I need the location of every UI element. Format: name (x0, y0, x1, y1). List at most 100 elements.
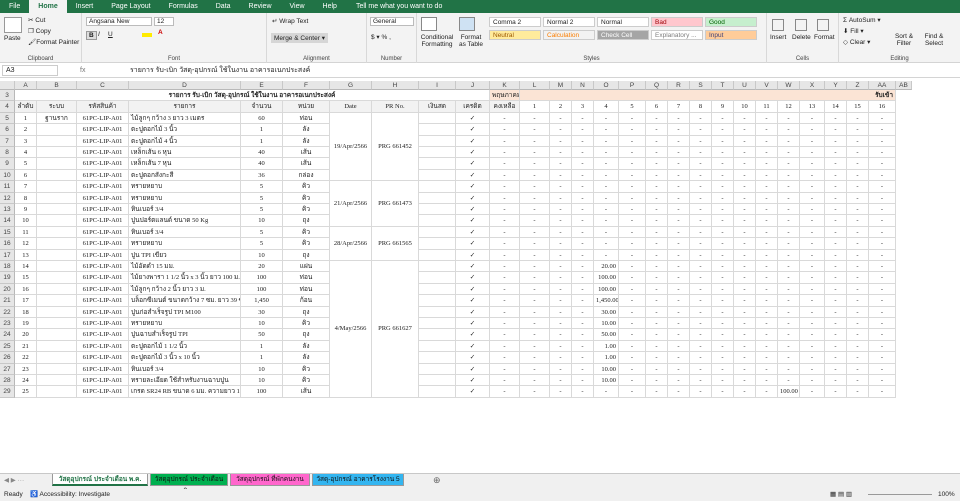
merge-center-button[interactable]: Merge & Center ▾ (271, 33, 328, 43)
row-header[interactable]: 16 (0, 238, 15, 250)
format-button[interactable]: Format (814, 34, 835, 41)
balance-cell[interactable]: - (490, 192, 520, 204)
unit[interactable]: ถุง (283, 306, 330, 318)
column-title[interactable]: รายการ (129, 101, 241, 113)
day-value[interactable]: - (572, 375, 594, 387)
day-value[interactable]: - (690, 352, 712, 364)
quantity[interactable]: 10 (241, 249, 283, 261)
day-value[interactable]: - (825, 283, 847, 296)
cash-cell[interactable] (419, 352, 456, 364)
quantity[interactable]: 60 (241, 112, 283, 125)
row-number[interactable]: 19 (15, 318, 37, 330)
day-value[interactable]: - (550, 181, 572, 193)
day-value[interactable]: - (869, 352, 896, 364)
day-value[interactable]: - (550, 147, 572, 159)
day-value[interactable]: - (778, 124, 800, 136)
item-name[interactable]: เกรด SR24 RB ขนาด 6 มม. ความยาว 10 เมตร … (129, 386, 241, 398)
day-value[interactable]: - (690, 272, 712, 284)
system-cell[interactable] (37, 204, 77, 216)
day-value[interactable]: - (619, 181, 646, 193)
credit-check[interactable]: ✓ (456, 352, 490, 364)
day-value[interactable]: - (550, 226, 572, 239)
day-value[interactable]: - (734, 386, 756, 398)
day-value[interactable]: - (756, 226, 778, 239)
day-value[interactable]: - (550, 124, 572, 136)
cash-cell[interactable] (419, 147, 456, 159)
day-value[interactable]: - (520, 204, 550, 216)
day-header[interactable]: 15 (847, 101, 869, 113)
row-header[interactable]: 9 (0, 158, 15, 170)
day-value[interactable]: - (550, 283, 572, 296)
product-code[interactable]: 61PC-LIP-A01 (77, 295, 129, 307)
column-header-ab[interactable]: AB (896, 81, 912, 90)
cash-cell[interactable] (419, 283, 456, 296)
day-value[interactable]: - (712, 375, 734, 387)
day-value[interactable]: - (572, 306, 594, 318)
product-code[interactable]: 61PC-LIP-A01 (77, 112, 129, 125)
row-header[interactable]: 17 (0, 249, 15, 261)
sheet-tab[interactable]: วัสดุอุปกรณ์ ประจำเดือน มิ.ย. (150, 474, 228, 495)
day-value[interactable]: - (778, 295, 800, 307)
menu-tab-data[interactable]: Data (207, 0, 240, 13)
item-name[interactable]: ตะปูตอกไม้ 1 1/2 นิ้ว (129, 340, 241, 353)
number-format-select[interactable]: General (370, 17, 414, 26)
column-header-p[interactable]: P (619, 81, 646, 90)
day-value[interactable]: - (690, 124, 712, 136)
clear-button[interactable]: ◇ Clear ▾ (843, 38, 870, 46)
format-painter-button[interactable]: 🖌Format Painter (28, 38, 79, 46)
day-value[interactable]: - (550, 352, 572, 364)
quantity[interactable]: 30 (241, 306, 283, 318)
day-value[interactable]: - (572, 352, 594, 364)
day-value[interactable]: - (869, 261, 896, 273)
day-value[interactable]: - (734, 135, 756, 147)
column-title[interactable]: จำนวน (241, 101, 283, 113)
day-header[interactable]: 5 (619, 101, 646, 113)
product-code[interactable]: 61PC-LIP-A01 (77, 283, 129, 296)
day-value[interactable]: - (734, 363, 756, 375)
day-value[interactable]: - (825, 249, 847, 261)
day-value[interactable]: - (594, 181, 619, 193)
day-value[interactable]: - (756, 147, 778, 159)
item-name[interactable]: ทรายหยาบ (129, 238, 241, 250)
row-header[interactable]: 22 (0, 306, 15, 318)
balance-cell[interactable]: - (490, 135, 520, 147)
day-value[interactable]: - (619, 158, 646, 170)
column-title[interactable]: ลำดับ (15, 101, 37, 113)
day-header[interactable]: 7 (668, 101, 690, 113)
credit-check[interactable]: ✓ (456, 181, 490, 193)
product-code[interactable]: 61PC-LIP-A01 (77, 272, 129, 284)
day-value[interactable]: - (668, 158, 690, 170)
day-value[interactable]: - (594, 112, 619, 125)
day-value[interactable]: - (520, 169, 550, 182)
day-value[interactable]: - (520, 249, 550, 261)
row-header[interactable]: 18 (0, 261, 15, 273)
system-cell[interactable] (37, 261, 77, 273)
day-value[interactable]: - (734, 352, 756, 364)
day-value[interactable]: - (712, 215, 734, 227)
format-as-table-button[interactable]: Format as Table (457, 34, 485, 48)
day-value[interactable]: - (778, 261, 800, 273)
day-value[interactable]: - (825, 261, 847, 273)
item-name[interactable]: หินเบอร์ 3/4 (129, 363, 241, 375)
day-value[interactable]: - (869, 238, 896, 250)
day-value[interactable]: - (572, 112, 594, 125)
day-value[interactable]: - (847, 283, 869, 296)
day-value[interactable]: - (594, 249, 619, 261)
day-value[interactable]: - (646, 306, 668, 318)
day-value[interactable]: - (712, 386, 734, 398)
day-value[interactable]: - (646, 318, 668, 330)
day-value[interactable]: - (847, 112, 869, 125)
cash-cell[interactable] (419, 249, 456, 261)
row-number[interactable]: 8 (15, 192, 37, 204)
system-cell[interactable] (37, 147, 77, 159)
system-cell[interactable] (37, 135, 77, 147)
day-value[interactable]: - (520, 352, 550, 364)
day-value[interactable]: - (619, 283, 646, 296)
item-name[interactable]: ตะปูตอกไม้ 4 นิ้ว (129, 135, 241, 147)
day-value[interactable]: - (778, 238, 800, 250)
balance-cell[interactable]: - (490, 204, 520, 216)
day-value[interactable]: - (690, 318, 712, 330)
day-value[interactable]: - (778, 329, 800, 341)
unit[interactable]: คิว (283, 363, 330, 375)
balance-cell[interactable]: - (490, 306, 520, 318)
